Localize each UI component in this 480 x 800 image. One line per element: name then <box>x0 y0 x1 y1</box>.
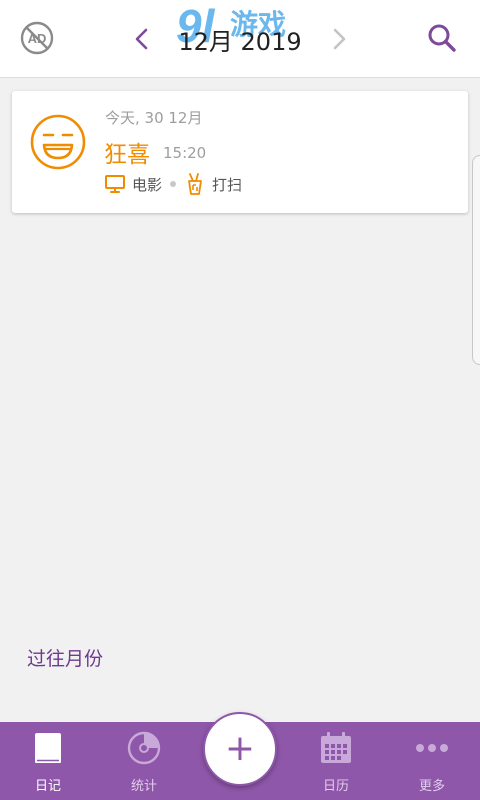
entry-time: 15:20 <box>163 144 207 162</box>
nav-item-more[interactable]: 更多 <box>384 722 480 800</box>
search-icon[interactable] <box>426 22 458 54</box>
nav-item-diary[interactable]: 日记 <box>0 722 96 800</box>
activity-list: 电影 打扫 <box>104 173 242 195</box>
cleaning-icon <box>188 173 202 195</box>
book-icon <box>35 733 61 763</box>
activity-item: 电影 <box>104 173 162 195</box>
mood-entry-card[interactable]: 今天, 30 12月 狂喜 15:20 电影 打扫 <box>12 91 468 213</box>
nav-item-stats[interactable]: 统计 <box>96 722 192 800</box>
nav-label: 更多 <box>418 779 445 794</box>
current-month-title[interactable]: 12月 2019 <box>160 22 320 57</box>
no-ads-icon[interactable]: AD <box>20 21 54 55</box>
nav-label: 日记 <box>34 779 61 794</box>
laughing-face-icon <box>30 114 86 170</box>
chevron-right-icon[interactable] <box>327 24 351 54</box>
activity-label: 打扫 <box>212 175 243 194</box>
nav-label: 日历 <box>322 779 349 794</box>
side-drawer-handle[interactable] <box>472 155 480 365</box>
chevron-left-icon[interactable] <box>130 24 154 54</box>
activity-separator <box>170 181 177 187</box>
mood-label: 狂喜 <box>104 142 150 168</box>
nav-label: 统计 <box>130 779 157 794</box>
add-entry-button[interactable]: + <box>203 712 277 786</box>
activity-label: 电影 <box>132 175 163 194</box>
nav-item-calendar[interactable]: 日历 <box>288 722 384 800</box>
more-dots-icon <box>416 744 448 752</box>
top-app-bar: AD 9l 游戏 12月 2019 <box>0 0 480 78</box>
activity-item: 打扫 <box>184 173 242 195</box>
stats-disc-icon <box>127 731 161 765</box>
past-months-link[interactable]: 过往月份 <box>27 644 103 671</box>
calendar-icon <box>321 732 351 763</box>
tv-icon <box>105 175 125 193</box>
plus-icon: + <box>224 728 256 769</box>
entry-date: 今天, 30 12月 <box>105 109 203 127</box>
